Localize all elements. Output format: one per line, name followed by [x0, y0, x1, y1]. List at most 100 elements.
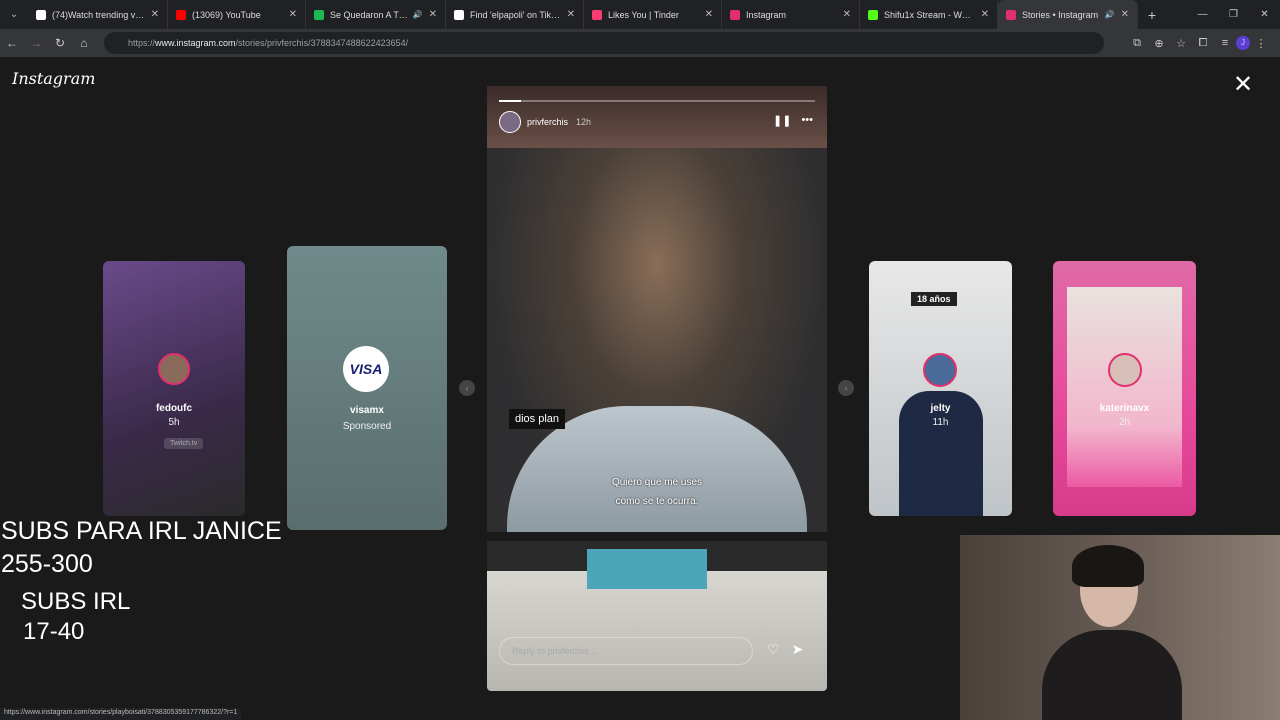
tab-audio-icon[interactable]: 🔊 [1105, 10, 1115, 19]
browser-tab[interactable]: (13069) YouTube ✕ [168, 0, 306, 29]
profile-avatar[interactable]: J [1236, 36, 1250, 50]
story-preview-visamx[interactable]: VISA visamx Sponsored [287, 246, 447, 530]
reply-actions: ♡ ➤ [767, 641, 815, 658]
subtitle-line-1: Quiero que me uses [611, 477, 703, 488]
minimize-icon[interactable]: — [1187, 0, 1218, 29]
browser-tab[interactable]: Likes You | Tinder ✕ [584, 0, 722, 29]
status-bar-url: https://www.instagram.com/stories/playbo… [0, 708, 242, 720]
story-timestamp: 12h [576, 117, 592, 127]
tab-bar: ⌄ (74)Watch trending video ✕ (13069) YouTu… [0, 0, 1280, 29]
story-time: 5h [168, 417, 180, 428]
forward-icon[interactable]: → [24, 36, 48, 50]
instagram-logo[interactable]: Instagram [12, 69, 95, 88]
tab-favicon-icon [868, 9, 878, 20]
story-progress-bar [499, 100, 815, 102]
story-username: visamx [350, 405, 384, 416]
heart-icon[interactable]: ♡ [767, 641, 780, 658]
overlay-line-4: 17-40 [23, 618, 85, 645]
browser-tab[interactable]: Stories • Instagram 🔊 ✕ [998, 0, 1138, 29]
overlay-line-1: SUBS PARA IRL JANICE [1, 517, 282, 545]
current-story[interactable]: privferchis 12h ❚❚ ••• dios plan Quiero … [487, 86, 827, 532]
story-avatar [1108, 353, 1142, 387]
browser-tab[interactable]: Se Quedaron A Tres P 🔊 ✕ [306, 0, 446, 29]
story-preview-katerinavx[interactable]: katerinavx 2h [1053, 261, 1196, 516]
pause-icon[interactable]: ❚❚ [773, 114, 791, 127]
toolbar: ⧉ ⊕ ☆ ⧠ ≡ J ⋮ [1126, 29, 1272, 57]
window-controls: — ❐ ✕ [1187, 0, 1280, 29]
tab-audio-icon[interactable]: 🔊 [413, 10, 423, 19]
tab-title: Instagram [746, 9, 787, 20]
url-field[interactable]: https://www.instagram.com/stories/privfe… [104, 32, 1104, 54]
bookmark-star-icon[interactable]: ☆ [1170, 37, 1192, 50]
browser-tab[interactable]: Find 'elpapoli' on TikTok ✕ [446, 0, 584, 29]
story-banner: 18 años [911, 292, 957, 306]
tab-close-icon[interactable]: ✕ [151, 9, 159, 20]
tab-favicon-icon [1006, 9, 1016, 20]
streamer-hair [1072, 545, 1144, 587]
restore-icon[interactable]: ❐ [1218, 0, 1249, 29]
story-controls: ❚❚ ••• [763, 114, 813, 127]
media-controls-icon[interactable]: ≡ [1214, 37, 1236, 49]
url-prefix: https:// [128, 38, 156, 48]
tab-favicon-icon [314, 9, 324, 20]
url-domain: www.instagram.com [155, 38, 236, 48]
tab-title: Se Quedaron A Tres P [330, 9, 409, 20]
reload-icon[interactable]: ↻ [48, 36, 72, 50]
tab-favicon-icon [176, 9, 186, 20]
browser-tab[interactable]: Shifu1x Stream - Watch L ✕ [860, 0, 998, 29]
tab-title: (74)Watch trending video [52, 9, 145, 20]
close-window-icon[interactable]: ✕ [1249, 0, 1280, 29]
tab-title: (13069) YouTube [192, 9, 261, 20]
story-preview-jelty[interactable]: 18 años jelty 11h [869, 261, 1012, 516]
reply-input[interactable]: Reply to privferchis... [499, 637, 753, 665]
browser-tab[interactable]: Instagram ✕ [722, 0, 860, 29]
tab-favicon-icon [454, 9, 464, 20]
next-story-arrow-icon[interactable]: › [838, 380, 854, 396]
story-preview-fedoufc[interactable]: fedoufc 5h Twitch.tv [103, 261, 245, 516]
more-options-icon[interactable]: ••• [801, 114, 813, 127]
menu-icon[interactable]: ⋮ [1250, 37, 1272, 50]
tab-title: Find 'elpapoli' on TikTok [470, 9, 561, 20]
story-time: 11h [932, 417, 949, 428]
tab-close-icon[interactable]: ✕ [1121, 9, 1129, 20]
tab-close-icon[interactable]: ✕ [843, 9, 851, 20]
tab-search-icon[interactable]: ⌄ [0, 0, 28, 29]
tab-close-icon[interactable]: ✕ [981, 9, 989, 20]
tab-title: Likes You | Tinder [608, 9, 679, 20]
send-icon[interactable]: ➤ [792, 641, 804, 658]
close-icon[interactable]: ✕ [1233, 73, 1253, 97]
story-avatar [158, 353, 190, 385]
tab-favicon-icon [592, 9, 602, 20]
url-path: /stories/privferchis/3788347488622423654… [235, 38, 409, 48]
back-icon[interactable]: ← [0, 36, 24, 50]
visa-logo: VISA [343, 346, 389, 392]
tab-favicon-icon [730, 9, 740, 20]
tab-close-icon[interactable]: ✕ [567, 9, 575, 20]
new-tab-button[interactable]: + [1138, 7, 1166, 23]
keyboard-image [487, 571, 827, 691]
subtitle-line-2: como se te ocurra. [615, 496, 699, 507]
story-username: fedoufc [155, 403, 193, 414]
story-author-name[interactable]: privferchis [527, 117, 568, 127]
story-header: privferchis 12h [499, 111, 591, 133]
tab-close-icon[interactable]: ✕ [289, 9, 297, 20]
story-time: 2h [1118, 417, 1131, 428]
tab-title: Stories • Instagram [1022, 9, 1099, 20]
story-lower-area: Reply to privferchis... ♡ ➤ [487, 541, 827, 691]
tab-favicon-icon [36, 9, 46, 20]
zoom-icon[interactable]: ⊕ [1148, 37, 1170, 50]
story-sponsored: Sponsored [342, 421, 392, 432]
story-text-tag: dios plan [509, 409, 566, 429]
overlay-line-3: SUBS IRL [21, 588, 131, 615]
install-icon[interactable]: ⧉ [1126, 37, 1148, 50]
previous-story-arrow-icon[interactable]: ‹ [459, 380, 475, 396]
address-bar: ← → ↻ ⌂ https://www.instagram.com/storie… [0, 29, 1280, 57]
twitch-badge: Twitch.tv [164, 438, 204, 449]
home-icon[interactable]: ⌂ [72, 36, 96, 50]
tab-close-icon[interactable]: ✕ [705, 9, 713, 20]
tab-close-icon[interactable]: ✕ [429, 9, 437, 20]
browser-tab[interactable]: (74)Watch trending video ✕ [28, 0, 168, 29]
extensions-icon[interactable]: ⧠ [1192, 37, 1214, 50]
story-author-avatar[interactable] [499, 111, 521, 133]
streamer-body [1042, 630, 1182, 720]
